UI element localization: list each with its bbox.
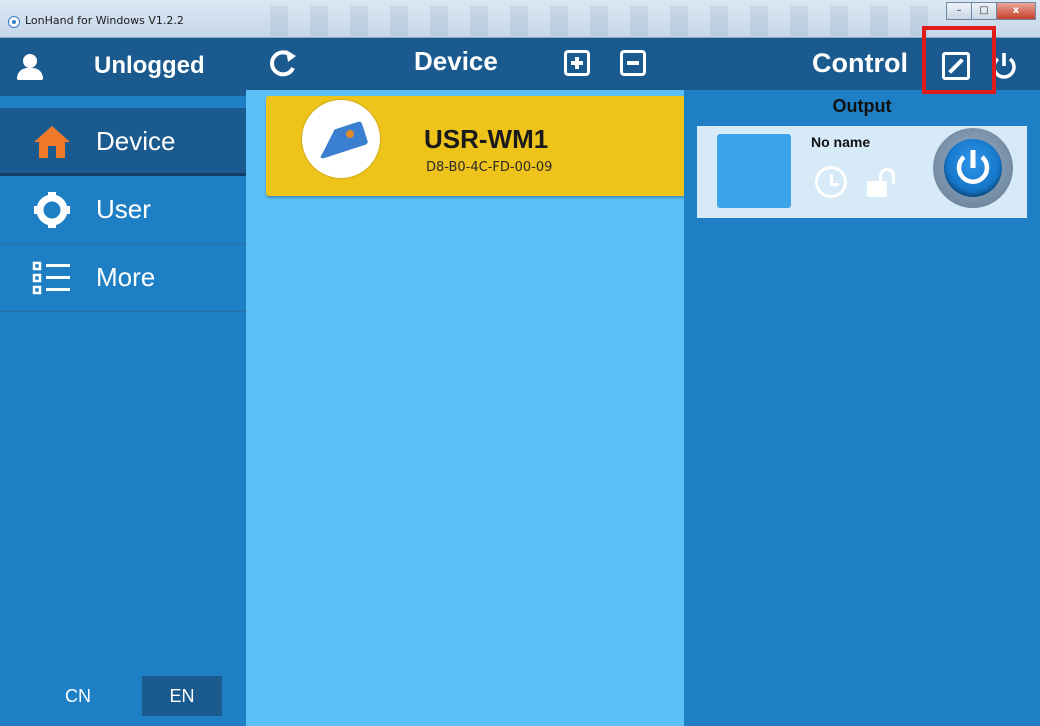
language-cn-button[interactable]: CN <box>38 676 118 716</box>
output-name: No name <box>811 134 871 150</box>
home-icon <box>32 124 72 160</box>
unlock-icon[interactable] <box>867 168 897 198</box>
user-status: Unlogged <box>94 52 205 79</box>
control-panel: Control Output No name <box>684 26 1040 726</box>
user-icon <box>16 54 44 82</box>
output-power-button[interactable] <box>933 128 1013 208</box>
power-icon <box>956 150 990 184</box>
minimize-button[interactable]: – <box>946 2 972 20</box>
language-switcher: CN EN <box>0 676 246 726</box>
output-swatch[interactable] <box>717 134 791 208</box>
gear-icon <box>32 192 72 228</box>
output-section-title: Output <box>832 96 892 116</box>
sidebar: Unlogged Device User More CN EN <box>0 38 246 726</box>
maximize-button[interactable]: □ <box>971 2 997 20</box>
device-thumbnail <box>302 100 380 178</box>
user-header[interactable]: Unlogged <box>0 38 246 96</box>
sidebar-item-label: Device <box>96 126 176 156</box>
app-icon <box>8 16 20 28</box>
annotation-highlight-box <box>922 26 996 94</box>
window-title: LonHand for Windows V1.2.2 <box>25 14 184 27</box>
remove-device-button[interactable] <box>620 50 646 76</box>
sidebar-item-device[interactable]: Device <box>0 108 246 176</box>
device-mac: D8-B0-4C-FD-00-09 <box>426 160 553 175</box>
window-controls: – □ x <box>946 2 1036 20</box>
sidebar-item-label: More <box>96 262 156 292</box>
refresh-icon[interactable] <box>268 48 298 78</box>
add-device-button[interactable] <box>564 50 590 76</box>
window-titlebar: LonHand for Windows V1.2.2 – □ x <box>0 0 1040 38</box>
device-header: Device <box>246 38 684 90</box>
device-panel: Device USR-WM1 D8-B0-4C-FD-00-09 <box>246 38 684 726</box>
sidebar-item-user[interactable]: User <box>0 176 246 244</box>
control-header: Control <box>684 26 1040 94</box>
control-panel-title: Control <box>812 48 908 78</box>
sidebar-item-label: User <box>96 194 151 224</box>
language-en-button[interactable]: EN <box>142 676 222 716</box>
clock-icon[interactable] <box>815 166 847 198</box>
close-button[interactable]: x <box>996 2 1036 20</box>
device-list-item[interactable]: USR-WM1 D8-B0-4C-FD-00-09 <box>266 96 684 196</box>
output-item: No name <box>697 126 1027 218</box>
device-name: USR-WM1 <box>424 124 549 154</box>
sidebar-item-more[interactable]: More <box>0 244 246 312</box>
background-toolbar-blur <box>270 6 950 36</box>
device-panel-title: Device <box>414 46 498 76</box>
list-icon <box>32 260 72 296</box>
